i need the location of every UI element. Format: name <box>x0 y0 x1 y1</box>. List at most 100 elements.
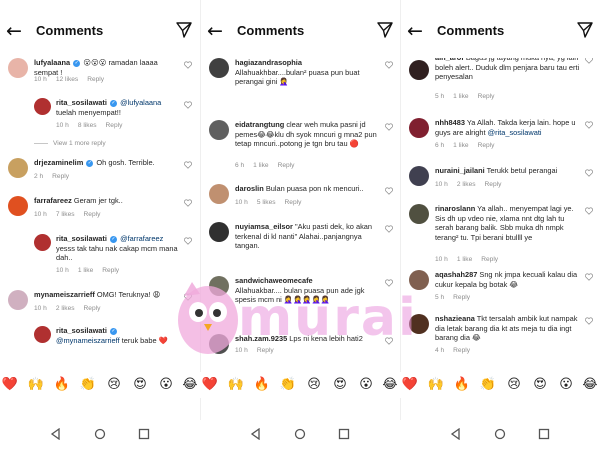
like-heart-icon[interactable] <box>585 169 593 177</box>
avatar[interactable] <box>8 158 28 178</box>
like-heart-icon[interactable] <box>184 293 192 301</box>
reply-button[interactable]: Reply <box>453 294 470 301</box>
direct-send-icon[interactable] <box>377 22 393 38</box>
comment-likes[interactable]: 1 like <box>453 142 468 149</box>
nav-back-icon[interactable] <box>250 428 262 440</box>
avatar[interactable] <box>409 166 429 186</box>
emoji-fire-button[interactable]: 🔥 <box>452 375 472 395</box>
comment-username[interactable]: nuyiamsa_eilsor <box>235 222 293 231</box>
emoji-fire-button[interactable]: 🔥 <box>252 375 272 395</box>
back-arrow-icon[interactable]: ← <box>407 22 423 41</box>
comment-username[interactable]: nuraini_jailani <box>435 166 485 175</box>
emoji-red-heart-button[interactable]: ❤️ <box>0 375 20 395</box>
comment-username[interactable]: daroslin <box>235 184 264 193</box>
back-arrow-icon[interactable]: ← <box>207 22 223 41</box>
avatar[interactable] <box>209 222 229 242</box>
like-heart-icon[interactable] <box>585 317 593 325</box>
avatar[interactable] <box>409 60 429 80</box>
mention-link[interactable]: @farrafareez <box>120 234 163 243</box>
comment-username[interactable]: rita_sosilawati <box>56 326 107 335</box>
mention-link[interactable]: @mynameiszarrieff <box>56 336 120 345</box>
emoji-heart-eyes-button[interactable]: 😍 <box>530 375 550 395</box>
emoji-crying-button[interactable]: 😢 <box>304 375 324 395</box>
like-heart-icon[interactable] <box>385 279 393 287</box>
emoji-clapping-button[interactable]: 👏 <box>78 375 98 395</box>
avatar[interactable] <box>209 58 229 78</box>
reply-button[interactable]: Reply <box>84 305 101 312</box>
nav-recents-icon[interactable] <box>338 428 350 440</box>
mention-link[interactable]: @rita_sosilawati <box>488 128 542 137</box>
like-heart-icon[interactable] <box>585 207 593 215</box>
comment-username[interactable]: rita_sosilawati <box>56 234 107 243</box>
comment-likes[interactable]: 5 likes <box>257 199 276 206</box>
emoji-surprised-button[interactable]: 😮 <box>356 375 376 395</box>
comment-username[interactable]: nhh8483 <box>435 118 465 127</box>
comment-likes[interactable]: 7 likes <box>56 211 75 218</box>
avatar[interactable] <box>409 204 429 224</box>
avatar[interactable] <box>209 120 229 140</box>
emoji-laughing-button[interactable]: 😂 <box>580 375 600 395</box>
avatar[interactable] <box>209 334 229 354</box>
emoji-heart-eyes-button[interactable]: 😍 <box>330 375 350 395</box>
emoji-laughing-button[interactable]: 😂 <box>180 375 200 395</box>
nav-home-icon[interactable] <box>94 428 106 440</box>
reply-button[interactable]: Reply <box>278 162 295 169</box>
like-heart-icon[interactable] <box>385 225 393 233</box>
like-heart-icon[interactable] <box>385 61 393 69</box>
direct-send-icon[interactable] <box>577 22 593 38</box>
nav-home-icon[interactable] <box>494 428 506 440</box>
emoji-crying-button[interactable]: 😢 <box>504 375 524 395</box>
emoji-raising-hands-button[interactable]: 🙌 <box>226 375 246 395</box>
reply-button[interactable]: Reply <box>478 142 495 149</box>
like-heart-icon[interactable] <box>585 273 593 281</box>
avatar[interactable] <box>8 290 28 310</box>
emoji-surprised-button[interactable]: 😮 <box>556 375 576 395</box>
emoji-surprised-button[interactable]: 😮 <box>156 375 176 395</box>
comment-username[interactable]: nshazieana <box>435 314 475 323</box>
nav-recents-icon[interactable] <box>138 428 150 440</box>
emoji-red-heart-button[interactable]: ❤️ <box>200 375 220 395</box>
avatar[interactable] <box>209 184 229 204</box>
comment-username[interactable]: hagiazandrasophia <box>235 58 302 67</box>
avatar[interactable] <box>409 270 429 290</box>
comment-username[interactable]: rinaroslann <box>435 204 475 213</box>
emoji-fire-button[interactable]: 🔥 <box>52 375 72 395</box>
like-heart-icon[interactable] <box>585 121 593 129</box>
reply-button[interactable]: Reply <box>84 211 101 218</box>
like-heart-icon[interactable] <box>184 199 192 207</box>
emoji-clapping-button[interactable]: 👏 <box>278 375 298 395</box>
comment-likes[interactable]: 8 likes <box>78 122 97 129</box>
back-arrow-icon[interactable]: ← <box>6 22 22 41</box>
comment-likes[interactable]: 2 likes <box>457 181 476 188</box>
reply-button[interactable]: Reply <box>453 347 470 354</box>
nav-recents-icon[interactable] <box>538 428 550 440</box>
nav-back-icon[interactable] <box>50 428 62 440</box>
reply-button[interactable]: Reply <box>478 93 495 100</box>
avatar[interactable] <box>34 98 51 115</box>
comment-likes[interactable]: 1 like <box>78 267 93 274</box>
reply-button[interactable]: Reply <box>87 76 104 83</box>
avatar[interactable] <box>34 326 51 343</box>
reply-button[interactable]: Reply <box>485 181 502 188</box>
reply-button[interactable]: Reply <box>106 122 123 129</box>
comment-likes[interactable]: 1 like <box>253 162 268 169</box>
comment-username[interactable]: lufyalaana <box>34 58 70 67</box>
nav-home-icon[interactable] <box>294 428 306 440</box>
comment-username[interactable]: sandwichaweomecafe <box>235 276 313 285</box>
comment-likes[interactable]: 1 like <box>457 256 472 263</box>
emoji-heart-eyes-button[interactable]: 😍 <box>130 375 150 395</box>
like-heart-icon[interactable] <box>184 101 192 109</box>
view-more-replies[interactable]: View 1 more reply <box>34 140 106 147</box>
comment-username[interactable]: mynameiszarrieff <box>34 290 95 299</box>
emoji-clapping-button[interactable]: 👏 <box>478 375 498 395</box>
avatar[interactable] <box>409 118 429 138</box>
emoji-raising-hands-button[interactable]: 🙌 <box>26 375 46 395</box>
avatar[interactable] <box>209 276 229 296</box>
emoji-laughing-button[interactable]: 😂 <box>380 375 400 395</box>
avatar[interactable] <box>34 234 51 251</box>
reply-button[interactable]: Reply <box>481 256 498 263</box>
comment-username[interactable]: farrafareez <box>34 196 72 205</box>
emoji-red-heart-button[interactable]: ❤️ <box>400 375 420 395</box>
comment-username[interactable]: aqashah287 <box>435 270 477 279</box>
like-heart-icon[interactable] <box>385 123 393 131</box>
